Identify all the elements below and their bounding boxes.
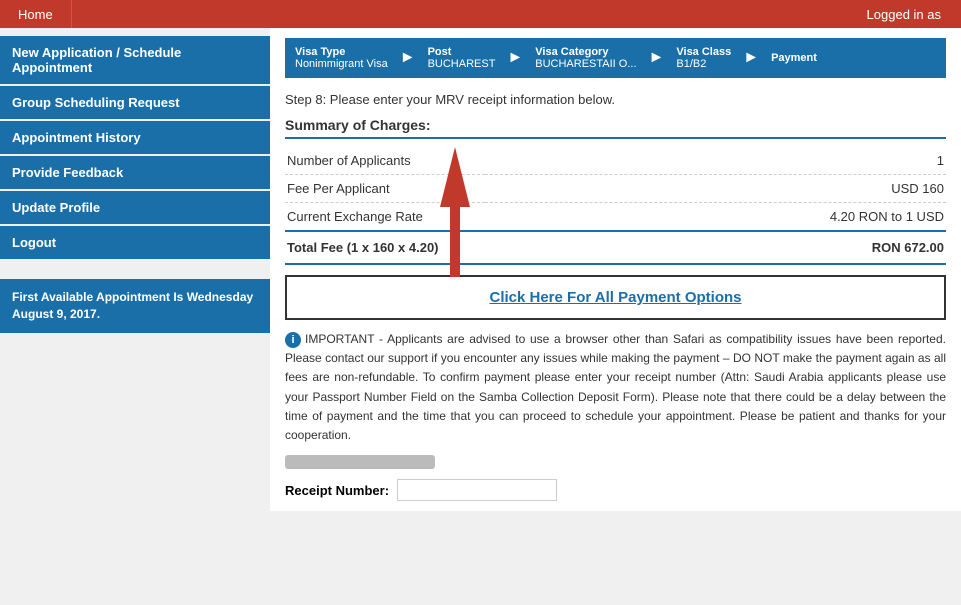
receipt-number-input[interactable] xyxy=(397,479,557,501)
sidebar-item-provide-feedback[interactable]: Provide Feedback xyxy=(0,156,270,189)
breadcrumb-arrow-3: ► xyxy=(647,49,667,67)
breadcrumb-arrow-1: ► xyxy=(398,49,418,67)
table-row: Fee Per Applicant USD 160 xyxy=(285,175,946,203)
table-row: Current Exchange Rate 4.20 RON to 1 USD xyxy=(285,203,946,232)
important-notice: iIMPORTANT - Applicants are advised to u… xyxy=(285,330,946,445)
total-label: Total Fee (1 x 160 x 4.20) xyxy=(285,231,485,264)
breadcrumb-arrow-2: ► xyxy=(505,49,525,67)
breadcrumb-step-post: Post BUCHAREST xyxy=(418,38,506,78)
breadcrumb-arrow-4: ► xyxy=(741,49,761,67)
receipt-label: Receipt Number: xyxy=(285,483,389,498)
summary-title: Summary of Charges: xyxy=(285,117,946,139)
breadcrumb-step-visa-type: Visa Type Nonimmigrant Visa xyxy=(285,38,398,78)
sidebar-item-update-profile[interactable]: Update Profile xyxy=(0,191,270,224)
charge-label-fee: Fee Per Applicant xyxy=(285,175,485,203)
top-navigation: Home Logged in as xyxy=(0,0,961,28)
sidebar-item-group-scheduling[interactable]: Group Scheduling Request xyxy=(0,86,270,119)
total-row: Total Fee (1 x 160 x 4.20) RON 672.00 xyxy=(285,231,946,264)
charge-value-applicants: 1 xyxy=(485,147,946,175)
sidebar-item-appointment-history[interactable]: Appointment History xyxy=(0,121,270,154)
charges-section: Number of Applicants 1 Fee Per Applicant… xyxy=(285,147,946,265)
logged-in-status: Logged in as xyxy=(867,7,941,22)
info-icon: i xyxy=(285,332,301,348)
breadcrumb: Visa Type Nonimmigrant Visa ► Post BUCHA… xyxy=(285,38,946,78)
step-instruction: Step 8: Please enter your MRV receipt in… xyxy=(285,92,946,107)
home-button[interactable]: Home xyxy=(0,0,72,28)
sidebar-item-new-application[interactable]: New Application / Schedule Appointment xyxy=(0,36,270,84)
charges-table: Number of Applicants 1 Fee Per Applicant… xyxy=(285,147,946,265)
total-value: RON 672.00 xyxy=(485,231,946,264)
charge-value-exchange: 4.20 RON to 1 USD xyxy=(485,203,946,232)
charge-label-exchange: Current Exchange Rate xyxy=(285,203,485,232)
payment-button-container: Click Here For All Payment Options xyxy=(285,275,946,320)
breadcrumb-step-payment: Payment xyxy=(761,44,827,72)
sidebar-item-logout[interactable]: Logout xyxy=(0,226,270,259)
breadcrumb-step-visa-category: Visa Category BUCHARESTAII O... xyxy=(525,38,646,78)
main-layout: New Application / Schedule Appointment G… xyxy=(0,28,961,511)
charge-label-applicants: Number of Applicants xyxy=(285,147,485,175)
table-row: Number of Applicants 1 xyxy=(285,147,946,175)
sidebar: New Application / Schedule Appointment G… xyxy=(0,28,270,511)
breadcrumb-step-visa-class: Visa Class B1/B2 xyxy=(666,38,741,78)
first-available-appointment: First Available Appointment Is Wednesday… xyxy=(0,279,270,333)
payment-options-button[interactable]: Click Here For All Payment Options xyxy=(489,289,741,306)
receipt-section: Receipt Number: xyxy=(285,479,946,501)
charge-value-fee: USD 160 xyxy=(485,175,946,203)
content-area: Visa Type Nonimmigrant Visa ► Post BUCHA… xyxy=(270,28,961,511)
progress-bar xyxy=(285,455,435,469)
